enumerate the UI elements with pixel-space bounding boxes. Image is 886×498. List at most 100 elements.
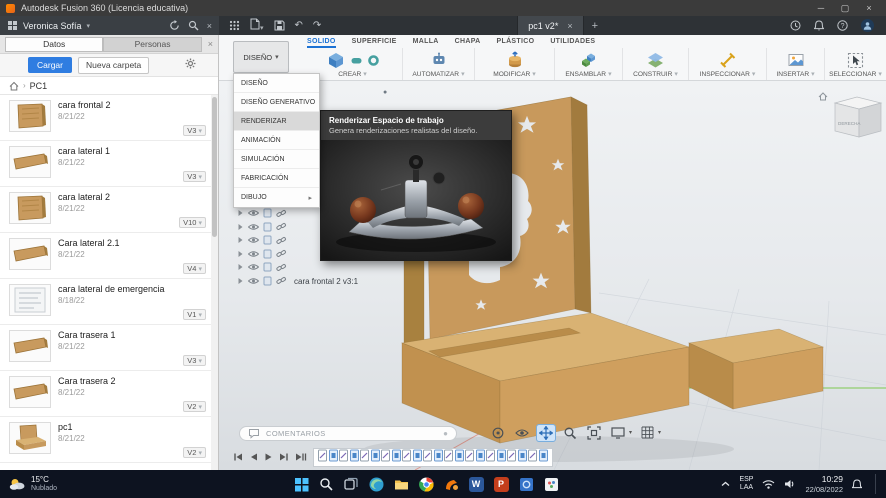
document-tab[interactable]: pc1 v2* × [517,16,584,35]
timeline-feature-marker[interactable] [433,449,443,467]
timeline-feature-marker[interactable] [370,449,380,467]
expand-caret-icon[interactable] [237,277,244,287]
timeline-feature-marker[interactable] [454,449,464,467]
construct-plane-icon[interactable] [647,52,664,68]
timeline-sketch-marker[interactable] [528,449,537,467]
undo-icon[interactable]: ↶ [295,20,303,31]
timeline-feature-marker[interactable] [391,449,401,467]
close-document-icon[interactable]: × [567,21,572,31]
file-item[interactable]: Cara trasera 1 8/21/22 V3 ▾ [0,325,211,371]
file-item[interactable]: pc1 8/21/22 V2 ▾ [0,417,211,463]
timeline-sketch-marker[interactable] [402,449,411,467]
panel-close-icon[interactable]: × [208,39,213,49]
group-inspeccionar[interactable]: INSPECCIONAR ▾ [689,48,767,80]
file-version-badge[interactable]: V3 ▾ [183,171,206,182]
taskbar-paint-icon[interactable] [542,475,560,493]
redo-icon[interactable]: ↷ [313,20,321,31]
timeline-feature-marker[interactable] [349,449,359,467]
timeline-sketch-marker[interactable] [465,449,474,467]
upload-button[interactable]: Cargar [28,57,72,73]
automate-icon[interactable] [431,52,447,68]
save-icon[interactable] [274,20,285,31]
visibility-eye-icon[interactable] [247,209,260,219]
timeline-sketch-marker[interactable] [360,449,369,467]
job-status-icon[interactable] [790,20,801,31]
file-item[interactable]: cara lateral de emergencia 8/18/22 V1 ▾ [0,279,211,325]
visibility-eye-icon[interactable] [247,263,260,273]
timeline-sketch-marker[interactable] [423,449,432,467]
group-ensamblar[interactable]: ENSAMBLAR ▾ [555,48,623,80]
workspace-selector-button[interactable]: DISEÑO ▾ [233,41,289,73]
file-version-badge[interactable]: V4 ▾ [183,263,206,274]
look-at-icon[interactable] [513,425,531,441]
zoom-icon[interactable] [561,425,579,441]
user-name[interactable]: Veronica Sofía [23,21,82,31]
browser-row[interactable] [237,262,517,276]
volume-icon[interactable] [784,479,796,489]
comments-expand-icon[interactable]: ● [443,429,448,438]
skip-end-icon[interactable] [295,449,307,467]
measure-icon[interactable] [719,52,736,68]
timeline-feature-marker[interactable] [517,449,527,467]
tray-chevron-icon[interactable] [721,481,730,487]
visibility-eye-icon[interactable] [247,236,260,246]
help-icon[interactable]: ? [837,20,848,31]
timeline-feature-marker[interactable] [538,449,548,467]
wifi-icon[interactable] [762,479,775,489]
step-forward-icon[interactable] [279,449,289,467]
ribbon-tab-malla[interactable]: MALLA [413,38,439,48]
component-label[interactable]: cara frontal 2 v3:1 [294,277,358,286]
file-version-badge[interactable]: V2 ▾ [183,447,206,458]
skip-start-icon[interactable] [233,449,243,467]
expand-caret-icon[interactable] [237,236,244,246]
grid-settings-icon[interactable] [638,425,656,441]
minimize-button[interactable]: ─ [810,0,832,16]
group-modificar[interactable]: MODIFICAR ▾ [475,48,555,80]
timeline-sketch-marker[interactable] [339,449,348,467]
taskbar-fusion-360-icon[interactable] [442,475,460,493]
data-panel-scrollbar[interactable] [211,95,218,470]
menu-item-dibujo[interactable]: DIBUJO ▸ [234,188,319,207]
pan-icon[interactable] [536,423,556,442]
timeline-feature-marker[interactable] [496,449,506,467]
file-version-badge[interactable]: V1 ▾ [183,309,206,320]
taskbar-chrome-icon[interactable] [417,475,435,493]
ribbon-tab-plastico[interactable]: PLÁSTICO [497,38,535,48]
group-insertar[interactable]: INSERTAR ▾ [767,48,825,80]
group-seleccionar[interactable]: SELECCIONAR ▾ [825,48,886,80]
file-menu-button[interactable]: ▾ [250,17,264,35]
timeline-sketch-marker[interactable] [486,449,495,467]
file-item[interactable]: cara frontal 2 8/21/22 V3 ▾ [0,95,211,141]
file-version-badge[interactable]: V3 ▾ [183,355,206,366]
expand-caret-icon[interactable] [237,250,244,260]
file-item[interactable]: cara lateral 2 8/21/22 V10 ▾ [0,187,211,233]
taskbar-file-explorer-icon[interactable] [392,475,410,493]
new-body-icon[interactable] [326,50,346,70]
gear-icon[interactable] [185,56,196,74]
breadcrumb-project[interactable]: PC1 [30,81,48,91]
clock-widget[interactable]: 10:29 22/08/2022 [805,474,843,493]
file-version-badge[interactable]: V2 ▾ [183,401,206,412]
ribbon-tab-superficie[interactable]: SUPERFICIE [352,38,397,48]
select-icon[interactable] [847,52,864,69]
file-version-badge[interactable]: V10 ▾ [179,217,206,228]
search-icon[interactable] [188,20,199,31]
taskbar-photos-icon[interactable] [517,475,535,493]
fit-view-icon[interactable] [585,425,603,441]
file-version-badge[interactable]: V3 ▾ [183,125,206,136]
app-grid-icon[interactable] [229,20,240,31]
group-construir[interactable]: CONSTRUIR ▾ [623,48,689,80]
visibility-eye-icon[interactable] [247,223,260,233]
view-cube[interactable]: DERECHA [818,92,883,138]
data-panel-grid-icon[interactable] [7,20,18,31]
timeline-sketch-marker[interactable] [444,449,453,467]
visibility-eye-icon[interactable] [247,250,260,260]
tab-datos[interactable]: Datos [5,36,104,52]
ribbon-tab-chapa[interactable]: CHAPA [455,38,481,48]
new-folder-button[interactable]: Nueva carpeta [77,56,150,74]
scrollbar-thumb[interactable] [212,97,217,237]
taskbar-task-view-icon[interactable] [342,475,360,493]
menu-item-renderizar[interactable]: RENDERIZAR [234,112,319,131]
insert-canvas-icon[interactable] [788,53,804,67]
taskbar-powerpoint-icon[interactable]: P [492,475,510,493]
